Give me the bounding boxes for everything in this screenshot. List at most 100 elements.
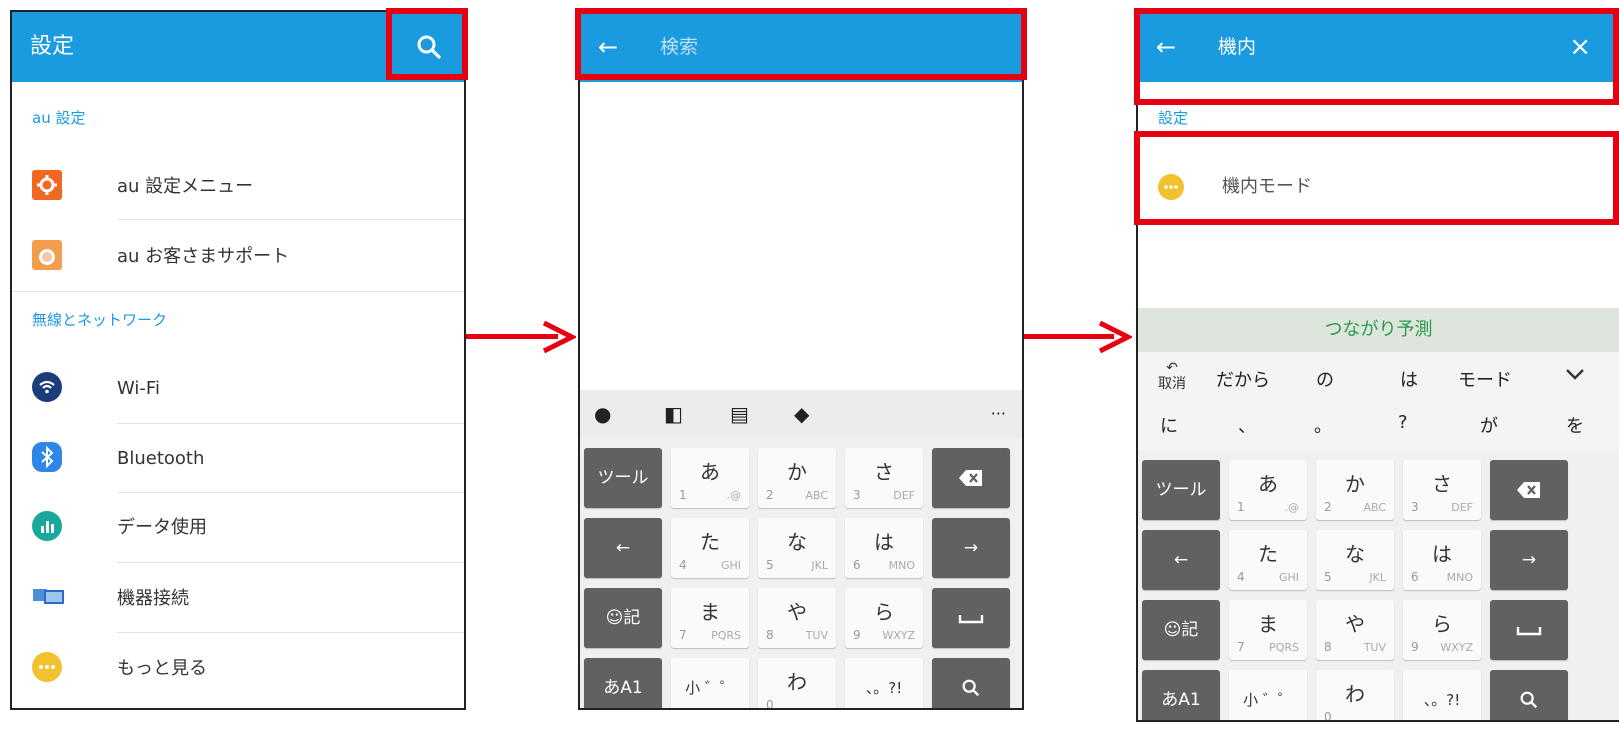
cursor-right-key[interactable]: → [932,518,1010,578]
key-kana: た [700,530,720,554]
kana-key[interactable]: ま 7 PQRS [1229,600,1307,660]
settings-item-bluetooth[interactable]: Bluetooth [12,424,464,494]
key-letters: ABC [805,489,828,502]
backspace-key[interactable] [1490,460,1568,520]
space-key[interactable] [1490,600,1568,660]
cursor-right-key[interactable]: → [1490,530,1568,590]
key-number: 0 [766,698,774,710]
kana-key[interactable]: や 8 TUV [1316,600,1394,660]
settings-item-label: au 設定メニュー [117,176,254,197]
kana-key[interactable]: か 2 ABC [1316,460,1394,520]
key-kana: ま [1258,612,1278,636]
search-key[interactable] [1490,670,1568,720]
tool-key[interactable]: ツール [584,448,662,508]
key-letters: ABC [1363,501,1386,514]
kana-key[interactable]: は 6 MNO [1403,530,1481,590]
settings-item-au-support[interactable]: au お客さまサポート [12,222,464,292]
candidate[interactable]: の [1316,366,1334,392]
gear-icon [32,170,62,200]
small-kana-key[interactable]: 小 ゛゜ [1229,670,1307,720]
candidate[interactable]: 、 [1238,412,1256,438]
backspace-key[interactable] [932,448,1010,508]
kana-key[interactable]: な 5 JKL [758,518,836,578]
input-mode-key[interactable]: あA1 [1142,670,1220,720]
more-options-icon[interactable]: ··· [991,390,1006,438]
candidate[interactable]: に [1160,412,1178,438]
space-key[interactable] [932,588,1010,648]
settings-item-wifi[interactable]: Wi-Fi [12,354,464,424]
key-number: 2 [766,488,774,502]
key-label: ☺記 [1163,620,1199,640]
device-connection-icon [32,582,64,612]
kana-key[interactable]: わ 0 _ [758,658,836,710]
chevron-down-icon[interactable] [1563,364,1587,388]
candidate[interactable]: だから [1216,366,1270,392]
key-number: 1 [679,488,687,502]
kana-key[interactable]: ら 9 WXYZ [1403,600,1481,660]
key-kana: な [1345,542,1365,566]
candidate[interactable]: を [1566,412,1584,438]
kana-key[interactable]: さ 3 DEF [1403,460,1481,520]
punctuation-key[interactable]: 、。?! [845,658,923,708]
page-title: 設定 [30,34,75,59]
keyboard-icon[interactable]: ▤ [730,390,749,438]
key-label: ツール [1155,480,1207,500]
cursor-left-key[interactable]: ← [1142,530,1220,590]
candidate[interactable]: は [1400,366,1418,392]
search-key[interactable] [932,658,1010,708]
candidate[interactable]: ? [1398,412,1408,433]
key-kana: や [787,600,807,624]
key-number: 0 [1324,710,1332,722]
beginner-mark-icon[interactable]: ◆ [794,390,809,438]
highlight-search-button [386,8,468,80]
input-mode-key[interactable]: あA1 [584,658,662,708]
key-kana: か [787,460,807,484]
settings-item-device-connection[interactable]: 機器接続 [12,564,464,634]
emoji-symbol-key[interactable]: ☺記 [584,588,662,648]
microphone-icon[interactable]: ● [594,390,611,438]
punctuation-key[interactable]: 、。?! [1403,670,1481,720]
candidate[interactable]: モード [1458,366,1512,392]
bluetooth-icon [32,442,62,472]
backspace-icon [959,470,982,486]
emoji-symbol-key[interactable]: ☺記 [1142,600,1220,660]
small-kana-key[interactable]: 小 ゛゜ [671,658,749,708]
key-label: 小 ゛゜ [685,679,735,697]
key-kana: あ [700,460,720,484]
kana-key[interactable]: ら 9 WXYZ [845,588,923,648]
key-letters: MNO [1446,571,1473,584]
key-kana: は [874,530,894,554]
key-label: 、。?! [1423,691,1461,709]
kana-key[interactable]: た 4 GHI [1229,530,1307,590]
cursor-left-key[interactable]: ← [584,518,662,578]
candidate[interactable]: 。 [1314,412,1332,438]
kana-key[interactable]: た 4 GHI [671,518,749,578]
kana-key[interactable]: な 5 JKL [1316,530,1394,590]
kana-key[interactable]: わ 0 _ [1316,670,1394,722]
settings-item-data-usage[interactable]: データ使用 [12,493,464,563]
settings-item-au-menu[interactable]: au 設定メニュー [12,152,464,222]
kana-key[interactable]: あ 1 .@ [1229,460,1307,520]
tool-key[interactable]: ツール [1142,460,1220,520]
settings-item-label: データ使用 [117,517,207,538]
kana-key[interactable]: は 6 MNO [845,518,923,578]
kana-key[interactable]: あ 1 .@ [671,448,749,508]
backspace-icon [1517,482,1540,498]
key-letters: PQRS [711,629,741,642]
search-icon [962,679,980,697]
copy-icon[interactable]: ◧ [664,390,683,438]
highlight-airplane-mode-result [1134,131,1619,225]
kana-key[interactable]: さ 3 DEF [845,448,923,508]
keyboard: ツール あ 1 .@ か 2 ABC さ 3 DEF ← た 4 GHI な 5 JKL は 6 MNO → ☺記 ま 7 PQ… [1138,450,1619,720]
kana-key[interactable]: か 2 ABC [758,448,836,508]
settings-item-more[interactable]: もっと見る [12,634,464,704]
undo-button[interactable]: ↶ 取消 [1158,360,1186,392]
settings-item-label: au お客さまサポート [117,246,290,267]
key-letters: WXYZ [1440,641,1473,654]
candidate[interactable]: が [1480,412,1498,438]
key-number: 8 [1324,640,1332,654]
search-screen: ← 検索 ● ◧ ▤ ◆ ··· ツールあ 1 .@ か 2 ABC さ 3 DEF ← た 4 GHI… [578,10,1024,710]
kana-key[interactable]: ま 7 PQRS [671,588,749,648]
key-kana: か [1345,472,1365,496]
kana-key[interactable]: や 8 TUV [758,588,836,648]
